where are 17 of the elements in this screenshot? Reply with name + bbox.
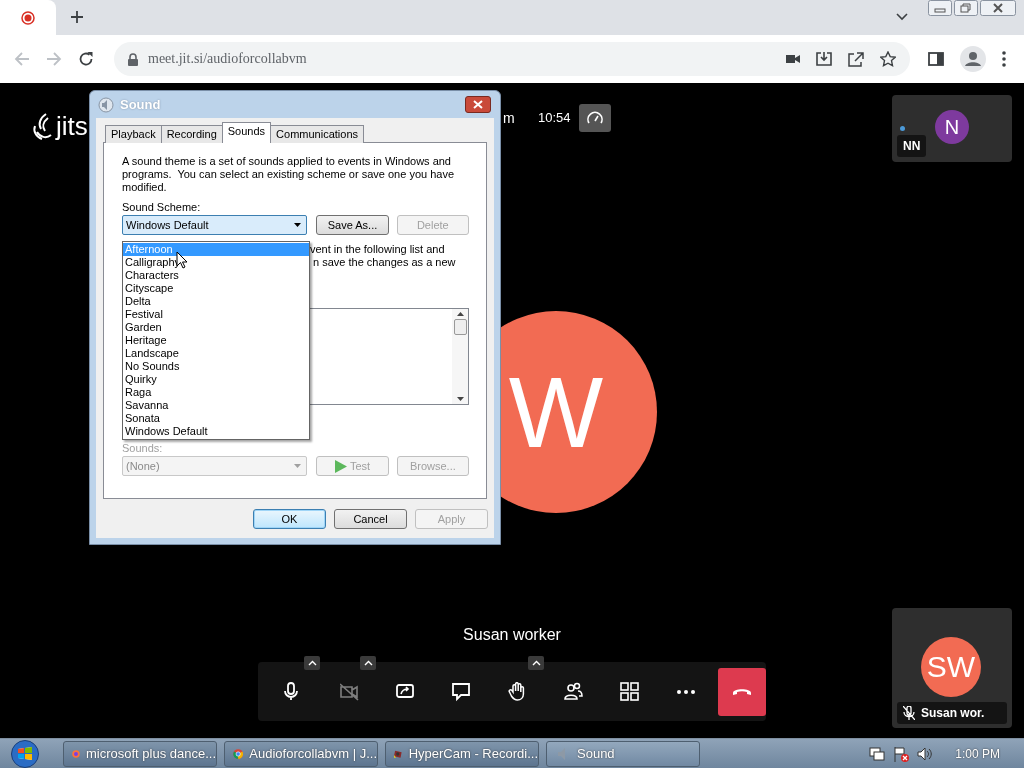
logo-text: jits: [56, 111, 88, 142]
clock-text: 1:00 PM: [955, 746, 1000, 761]
avatar-initials: W: [508, 362, 604, 462]
description-text: n save the changes as a new: [313, 256, 456, 269]
participant-name: Susan wor.: [921, 706, 985, 720]
meeting-name: m: [503, 110, 515, 126]
avatar-initials: SW: [926, 650, 976, 684]
description-text: A sound theme is a set of sounds applied to events in Windows and programs. You can select an existing scheme or save one you have modified.: [122, 155, 456, 194]
field-label: Sound Scheme:: [122, 201, 202, 215]
participant-name: NN: [903, 139, 921, 153]
speaker-name: Susan worker: [462, 626, 562, 644]
field-label: Sounds:: [122, 442, 164, 456]
description-text: vent in the following list and: [310, 243, 445, 256]
url-text: meet.jit.si/audioforcollabvm: [148, 51, 307, 67]
window-title: Sound: [120, 97, 161, 112]
meeting-timer: 10:54: [538, 110, 571, 125]
avatar-initials: N: [944, 115, 960, 139]
